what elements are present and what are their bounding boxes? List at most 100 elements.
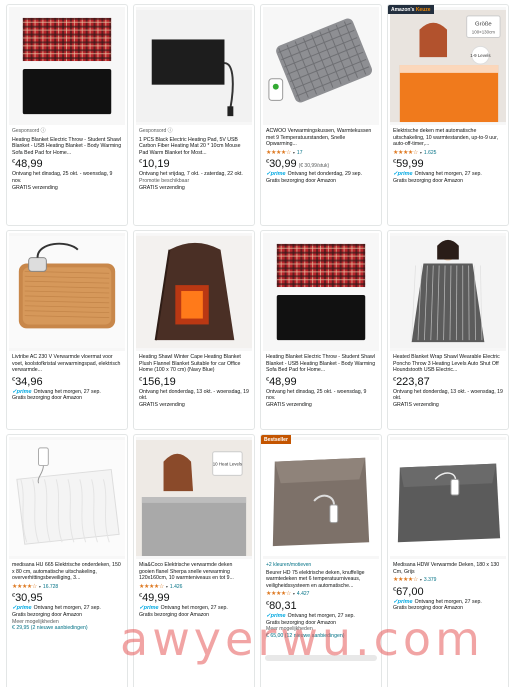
price[interactable]: €48,99 bbox=[12, 158, 122, 170]
amazons-choice-badge: Amazon's Keuze bbox=[388, 5, 434, 14]
product-title[interactable]: Medisana HDW Verwarmde Deken, 180 x 130 … bbox=[393, 562, 503, 575]
delivery-text: Ontvang het morgen, 27 sep. bbox=[414, 598, 482, 605]
product-title[interactable]: Elektrische deken met automatische uitsc… bbox=[393, 128, 503, 148]
product-card[interactable]: medisana HU 665 Elektrische onderdeken, … bbox=[6, 434, 128, 687]
product-title[interactable]: ACWOO Verwarmingskussen, Warmtekussen me… bbox=[266, 128, 376, 148]
badge-prefix: Amazon's bbox=[391, 6, 415, 13]
product-title[interactable]: medisana HU 665 Elektrische onderdeken, … bbox=[12, 562, 122, 582]
price-amount: 223,87 bbox=[396, 375, 430, 388]
product-image[interactable] bbox=[263, 437, 379, 559]
product-info: medisana HU 665 Elektrische onderdeken, … bbox=[7, 559, 127, 632]
product-title[interactable]: 1 PCS Black Electric Heating Pad, 5V USB… bbox=[139, 137, 249, 157]
delivery-info: ✓prime Ontvang het morgen, 27 sep. bbox=[266, 613, 376, 620]
price[interactable]: €49,99 bbox=[139, 592, 249, 604]
product-image[interactable] bbox=[9, 233, 125, 351]
chevron-down-icon: ▾ bbox=[38, 583, 41, 589]
product-card[interactable]: 10 Heat Levels Mia&Coco Elektrische verwa… bbox=[133, 434, 255, 687]
sponsored-label: Gesponsord ⓘ bbox=[12, 128, 122, 135]
rating[interactable]: ★★★★☆ ▾ 1.625 bbox=[393, 150, 503, 157]
rating[interactable]: ★★★★☆ ▾ 16.728 bbox=[12, 584, 122, 591]
product-title[interactable]: Beurer HD 75 elektrische deken, knuffeli… bbox=[266, 570, 376, 590]
delivery-text: Ontvang het morgen, 27 sep. bbox=[287, 612, 355, 619]
price[interactable]: €223,87 bbox=[393, 376, 503, 388]
product-image[interactable] bbox=[263, 233, 379, 351]
product-image[interactable] bbox=[136, 7, 252, 125]
product-info: Gesponsord ⓘ 1 PCS Black Electric Heating… bbox=[134, 125, 254, 191]
price[interactable]: €10,19 bbox=[139, 158, 249, 170]
product-title[interactable]: Heating Shawl Winter Cape Heating Blanke… bbox=[139, 354, 249, 374]
rating-count[interactable]: 4.427 bbox=[297, 591, 310, 598]
sponsored-text: Gesponsord bbox=[139, 128, 167, 134]
product-card[interactable]: Heating Shawl Winter Cape Heating Blanke… bbox=[133, 230, 255, 430]
prime-logo-icon: ✓prime bbox=[12, 388, 32, 395]
delivery-info: ✓prime Ontvang het donderdag, 29 sep. bbox=[266, 171, 376, 178]
delivery-text: Ontvang het dinsdag, 25 okt. - woensdag,… bbox=[266, 388, 367, 402]
product-card[interactable]: Heating Blanket Electric Throw - Student… bbox=[260, 230, 382, 430]
product-image[interactable] bbox=[9, 437, 125, 559]
chevron-down-icon: ▾ bbox=[292, 149, 295, 155]
product-image[interactable] bbox=[390, 233, 506, 351]
product-card[interactable]: Medisana HDW Verwarmde Deken, 180 x 130 … bbox=[387, 434, 509, 687]
product-card[interactable]: Gesponsord ⓘ 1 PCS Black Electric Heating… bbox=[133, 4, 255, 226]
color-options-link[interactable]: +2 kleuren/motieven bbox=[266, 562, 376, 569]
product-image[interactable] bbox=[390, 437, 506, 559]
price[interactable]: €34,96 bbox=[12, 376, 122, 388]
rating-count[interactable]: 17 bbox=[297, 150, 303, 157]
rating[interactable]: ★★★★☆ ▾ 1.426 bbox=[139, 584, 249, 591]
rating-count[interactable]: 1.426 bbox=[170, 584, 183, 591]
product-card[interactable]: Heated Blanket Wrap Shawl Wearable Elect… bbox=[387, 230, 509, 430]
delivery-info: Ontvang het donderdag, 13 okt. - woensda… bbox=[139, 389, 249, 402]
price-amount: 48,99 bbox=[269, 375, 297, 388]
product-title[interactable]: Heated Blanket Wrap Shawl Wearable Elect… bbox=[393, 354, 503, 374]
product-card[interactable]: Livtribe AC 230 V Verwarmde vloermat voo… bbox=[6, 230, 128, 430]
price[interactable]: €80,31 bbox=[266, 600, 376, 612]
bestseller-badge: Bestseller bbox=[261, 435, 291, 444]
price[interactable]: €48,99 bbox=[266, 376, 376, 388]
price[interactable]: €30,95 bbox=[12, 592, 122, 604]
product-title[interactable]: Heating Blanket Electric Throw - Student… bbox=[266, 354, 376, 374]
product-grid: Gesponsord ⓘ Heating Blanket Electric Thr… bbox=[6, 4, 510, 687]
product-card[interactable]: Gesponsord ⓘ Heating Blanket Electric Thr… bbox=[6, 4, 128, 226]
shipping-info: Gratis bezorging door Amazon bbox=[12, 611, 83, 618]
price-amount: 67,00 bbox=[396, 585, 424, 598]
chevron-down-icon: ▾ bbox=[419, 149, 422, 155]
info-icon[interactable]: ⓘ bbox=[41, 128, 46, 134]
price[interactable]: €156,19 bbox=[139, 376, 249, 388]
product-card[interactable]: Amazon's Keuze Größe 100×130cm 1-9 Levels El… bbox=[387, 4, 509, 226]
product-title[interactable]: Mia&Coco Elektrische verwarmde deken goo… bbox=[139, 562, 249, 582]
price[interactable]: €59,99 bbox=[393, 158, 503, 170]
delivery-info: ✓prime Ontvang het morgen, 27 sep. bbox=[393, 599, 503, 606]
carousel-scrollbar[interactable] bbox=[265, 655, 377, 661]
star-rating-icon: ★★★★☆ bbox=[266, 149, 291, 156]
rating-count[interactable]: 1.625 bbox=[424, 150, 437, 157]
product-card[interactable]: Bestseller +2 kleuren/motieven Beurer HD 7… bbox=[260, 434, 382, 687]
shipping-info: Gratis bezorging door Amazon bbox=[393, 605, 464, 612]
product-title[interactable]: Heating Blanket Electric Throw - Student… bbox=[12, 137, 122, 157]
product-image[interactable] bbox=[9, 7, 125, 125]
price[interactable]: €30,99 (€ 30,99/stuk) bbox=[266, 158, 376, 170]
product-title[interactable]: Livtribe AC 230 V Verwarmde vloermat voo… bbox=[12, 354, 122, 374]
product-image[interactable] bbox=[263, 7, 379, 125]
prime-logo-icon: ✓prime bbox=[12, 605, 32, 612]
price-amount: 30,95 bbox=[15, 592, 43, 605]
shipping-info: Gratis bezorging door Amazon bbox=[266, 177, 337, 184]
product-image[interactable] bbox=[136, 233, 252, 351]
other-offers-link[interactable]: € 65,00 (12 nieuwe aanbiedingen) bbox=[266, 633, 376, 640]
product-image[interactable]: Größe 100×130cm 1-9 Levels bbox=[390, 7, 506, 125]
product-image[interactable]: 10 Heat Levels bbox=[136, 437, 252, 559]
rating-count[interactable]: 16.728 bbox=[43, 584, 58, 591]
prime-logo-icon: ✓prime bbox=[139, 605, 159, 612]
price-amount: 59,99 bbox=[396, 158, 424, 171]
product-card[interactable]: ACWOO Verwarmingskussen, Warmtekussen me… bbox=[260, 4, 382, 226]
rating-count[interactable]: 3.379 bbox=[424, 577, 437, 584]
rating[interactable]: ★★★★☆ ▾ 17 bbox=[266, 150, 376, 157]
other-offers-link[interactable]: € 29,95 (2 nieuwe aanbiedingen) bbox=[12, 625, 122, 632]
sponsored-label: Gesponsord ⓘ bbox=[139, 128, 249, 135]
unit-price: (€ 30,99/stuk) bbox=[298, 163, 330, 170]
rating[interactable]: ★★★★☆ ▾ 4.427 bbox=[266, 591, 376, 598]
rating[interactable]: ★★★★☆ ▾ 3.379 bbox=[393, 577, 503, 584]
svg-text:Größe: Größe bbox=[475, 22, 492, 28]
price[interactable]: €67,00 bbox=[393, 586, 503, 598]
info-icon[interactable]: ⓘ bbox=[168, 128, 173, 134]
chevron-down-icon: ▾ bbox=[165, 583, 168, 589]
